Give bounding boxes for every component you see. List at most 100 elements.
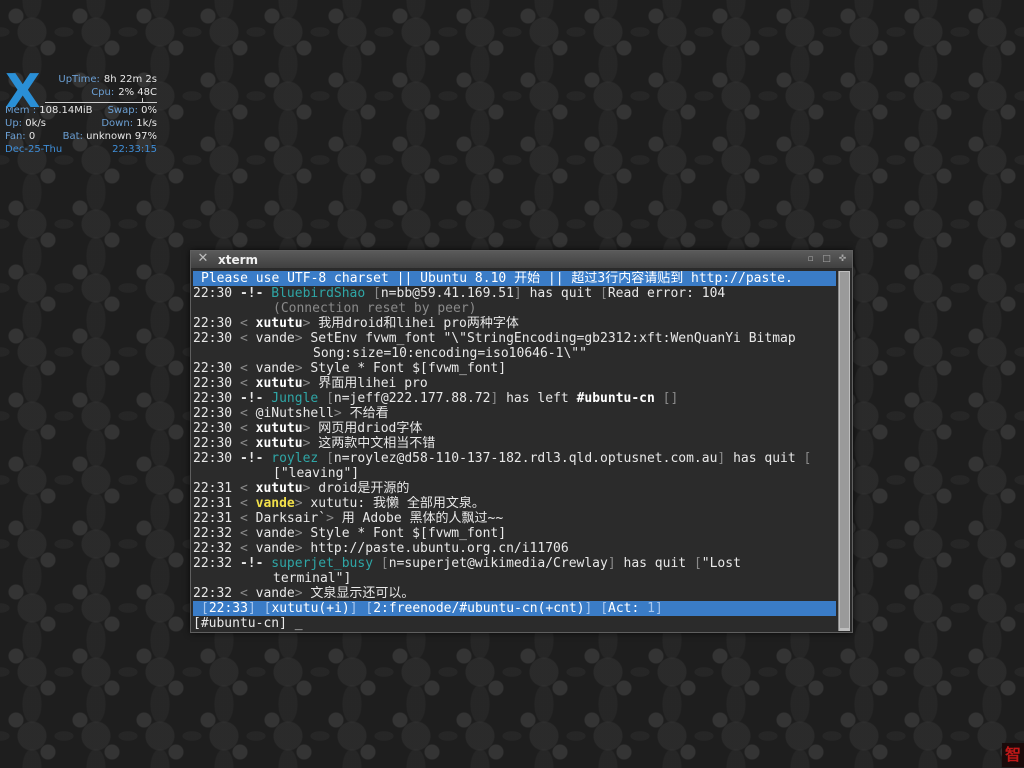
status-bar: [22:33] [xututu(+i)] [2:freenode/#ubuntu… [193,601,836,616]
status-activity: Act: [608,601,640,616]
terminal-content[interactable]: Please use UTF-8 charset || Ubuntu 8.10 … [193,271,836,631]
nick: xututu [255,421,303,436]
nick: vande [255,526,295,541]
down-label: Down: [101,118,134,129]
time-text: 22:33:15 [112,144,157,155]
window-titlebar[interactable]: ✕ xterm ▫ □ ✜ [191,251,852,269]
chat-line: (Connection reset by peer) [193,301,836,316]
nick: @iNutshell [255,406,334,421]
bat-label: Bat: [62,131,83,142]
status-window: 2:freenode/#ubuntu-cn(+cnt) [373,601,585,616]
nick: roylez [271,451,319,466]
chat-line: 22:30 < vande> Style * Font $[fvwm_font] [193,361,507,376]
close-icon[interactable]: ✕ [196,252,210,266]
message-text: Style * Font $[fvwm_font] [310,526,507,541]
uptime-value: 8h 22m 2s [103,74,157,85]
host: n=superjet@wikimedia/Crewlay [388,556,608,571]
up-value: 0k/s [25,118,46,129]
down-value: 1k/s [136,118,157,129]
cpu-graph-divider [45,98,157,103]
message-text: 不给看 [349,406,389,421]
chat-line: 22:30 -!- Jungle [n=jeff@222.177.88.72] … [193,391,679,406]
window-title: xterm [218,253,259,267]
cpu-value: 2% 48C [118,87,157,98]
chat-line: 22:30 -!- roylez [n=roylez@d58-110-137-1… [193,451,812,466]
timestamp: 22:30 [193,406,233,421]
event-marker: -!- [239,451,264,466]
date-text: Dec-25-Thu [5,144,63,155]
nick: vande [255,496,295,511]
message-text: SetEnv fvwm_font "\"StringEncoding=gb231… [310,331,796,346]
host: n=jeff@222.177.88.72 [333,391,491,406]
timestamp: 22:30 [193,391,233,406]
minimize-icon[interactable]: ▫ [805,254,816,265]
message-text: 这两款中文相当不错 [318,436,436,451]
message-text: 用 Adobe 黑体的人飘过~~ [341,511,504,526]
swap-value: 0% [141,105,157,116]
fan-bat-row: Fan: 0 Bat: unknown 97% [5,130,157,143]
chat-line: 22:32 < vande> 文泉显示还可以。 [193,586,415,601]
chat-line: 22:30 < xututu> 网页用driod字体 [193,421,423,436]
chat-line: 22:32 < vande> Style * Font $[fvwm_font] [193,526,507,541]
event-action: has quit [623,556,687,571]
timestamp: 22:32 [193,526,233,541]
maximize-icon[interactable]: □ [821,254,832,265]
net-row: Up: 0k/s Down: 1k/s [5,117,157,130]
quit-reason: Read error: 104 [607,286,726,301]
chat-line: 22:30 < xututu> 这两款中文相当不错 [193,436,436,451]
timestamp: 22:30 [193,421,233,436]
chat-line: 22:31 < xututu> droid是开源的 [193,481,410,496]
host: n=bb@59.41.169.51 [380,286,514,301]
corner-logo-icon: 智 [1002,743,1024,767]
event-action: has quit [733,451,796,466]
nick: xututu [255,436,303,451]
message-text: 网页用driod字体 [318,421,423,436]
message-text: 界面用lihei pro [318,376,428,391]
fan-value: 0 [28,131,36,142]
xterm-window[interactable]: ✕ xterm ▫ □ ✜ Please use UTF-8 charset |… [190,250,853,633]
cpu-label: Cpu: [91,87,115,98]
timestamp: 22:30 [193,361,233,376]
chat-line: 22:30 < @iNutshell> 不给看 [193,406,389,421]
host: n=roylez@d58-110-137-182.rdl3.qld.optusn… [333,451,718,466]
timestamp: 22:30 [193,286,233,301]
chat-line: 22:31 < vande> xututu: 我懒 全部用文泉。 [193,496,485,511]
timestamp: 22:31 [193,511,233,526]
chat-line: ["leaving"] [193,466,836,481]
event-marker: -!- [239,391,264,406]
timestamp: 22:30 [193,316,233,331]
nick: superjet_busy [271,556,374,571]
event-marker: -!- [239,286,264,301]
nick: BluebirdShao [271,286,366,301]
nick: Darksair` [255,511,327,526]
event-action: has quit [529,286,593,301]
message-text: http://paste.ubuntu.org.cn/i11706 [310,541,569,556]
chat-log: 22:30 -!- BluebirdShao [n=bb@59.41.169.5… [193,286,836,601]
chat-line: terminal"] [193,571,836,586]
nick: Jungle [271,391,319,406]
x-logo-icon: X [5,64,40,118]
nick: xututu [255,481,303,496]
scrollbar[interactable] [838,271,850,631]
timestamp: 22:32 [193,541,233,556]
timestamp: 22:32 [193,586,233,601]
continuation-text: ["leaving"] [273,466,360,481]
continuation-text: terminal"] [273,571,352,586]
message-text: xututu: 我懒 全部用文泉。 [310,496,485,511]
chat-line: 22:31 < Darksair`> 用 Adobe 黑体的人飘过~~ [193,511,504,526]
input-prompt[interactable]: [#ubuntu-cn] _ [193,616,836,631]
message-text: droid是开源的 [318,481,410,496]
nick: xututu [255,376,303,391]
chat-line: 22:30 < vande> SetEnv fvwm_font "\"Strin… [193,331,796,346]
chat-line: 22:32 < vande> http://paste.ubuntu.org.c… [193,541,569,556]
cpu-graph-tick [142,98,143,102]
message-text: Style * Font $[fvwm_font] [310,361,507,376]
sticky-icon[interactable]: ✜ [837,254,848,265]
quit-reason: "Lost [701,556,741,571]
chat-line: 22:30 < xututu> 界面用lihei pro [193,376,428,391]
uptime-label: UpTime: [58,74,100,85]
continuation-text: Song:size=10:encoding=iso10646-1\"" [313,346,587,361]
nick: vande [255,361,295,376]
scrollbar-thumb[interactable] [840,272,849,628]
swap-label: Swap: [107,105,138,116]
